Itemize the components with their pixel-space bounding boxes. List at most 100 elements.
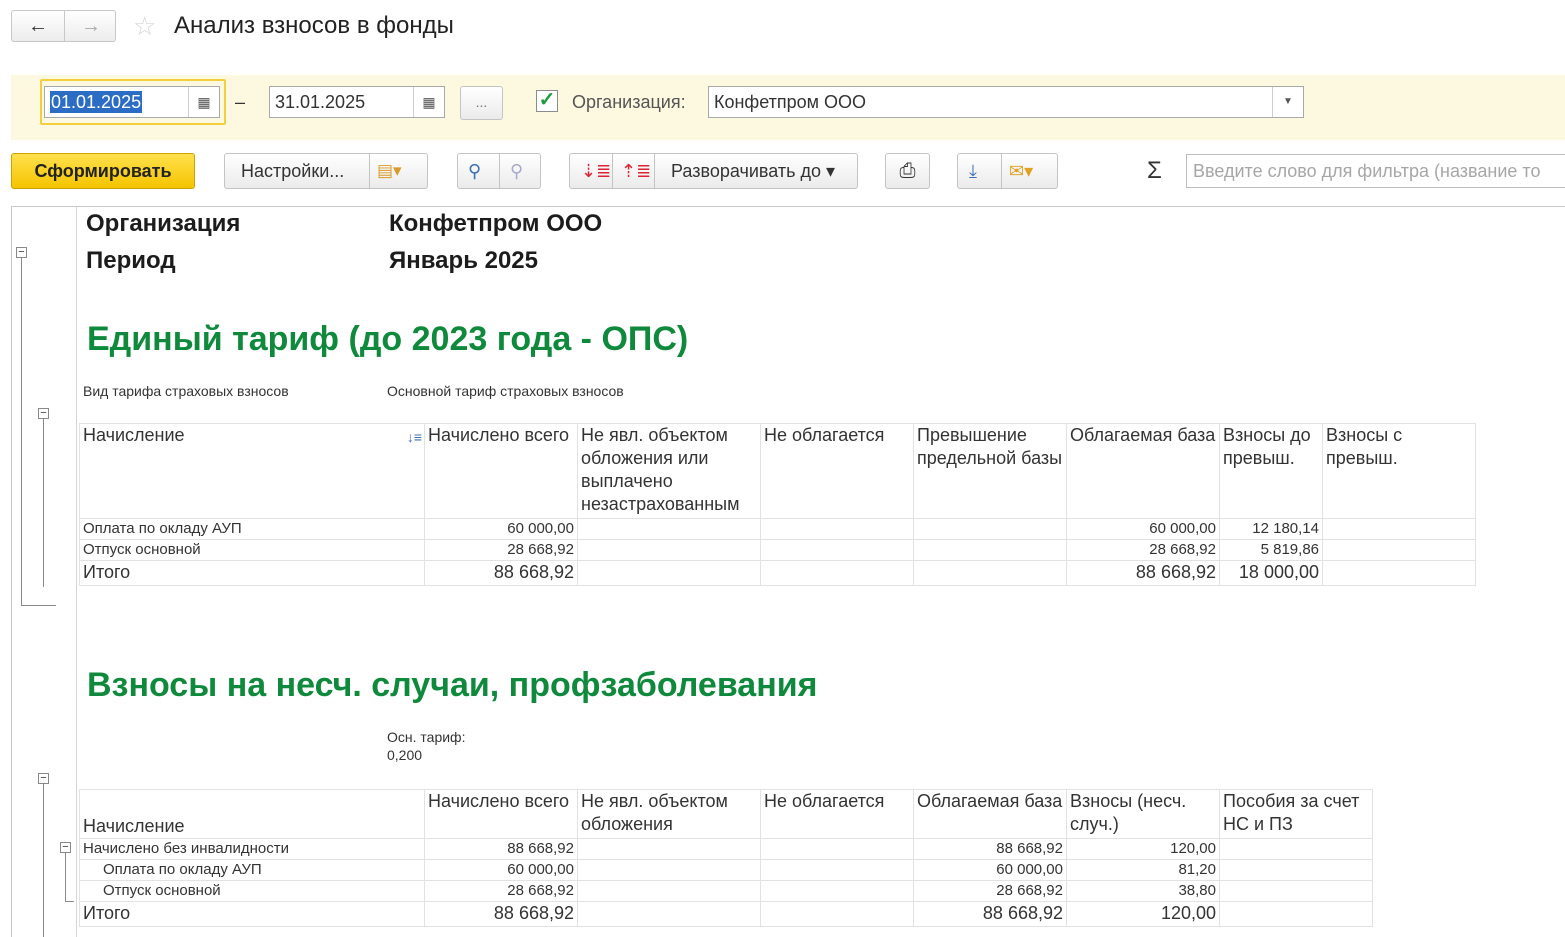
- table-row[interactable]: Отпуск основной 28 668,92 28 668,92 5 81…: [79, 539, 1476, 561]
- collapse-toggle[interactable]: −: [38, 408, 49, 419]
- cell-total: 60 000,00: [424, 518, 578, 540]
- organization-select[interactable]: Конфетпром ООО ▼: [708, 86, 1304, 118]
- total-row[interactable]: Итого 88 668,92 88 668,92 18 000,00: [79, 560, 1476, 586]
- chevron-down-icon[interactable]: ▼: [1272, 87, 1303, 117]
- cell-empty: [913, 539, 1067, 561]
- tariff-value: 0,200: [387, 747, 423, 763]
- cell-accrual: Итого: [79, 560, 425, 586]
- cell-accrual: Итого: [79, 901, 425, 927]
- column-header: Не облагается: [760, 789, 914, 839]
- accident-insurance-table: Начисление Начислено всего Не явл. объек…: [79, 789, 1373, 927]
- settings-button[interactable]: Настройки...: [241, 154, 344, 188]
- print-icon[interactable]: ⎙: [885, 153, 930, 189]
- download-icon[interactable]: ⤓: [969, 154, 977, 188]
- column-header: Взносы с превыш.: [1322, 423, 1476, 519]
- column-header: Начислено всего: [424, 789, 578, 839]
- cell-empty: [577, 901, 761, 927]
- organization-value: Конфетпром ООО: [714, 92, 867, 112]
- arrow-right-icon[interactable]: →: [65, 11, 117, 41]
- column-header: Не облагается: [760, 423, 914, 519]
- cell-base: 28 668,92: [913, 880, 1067, 902]
- column-header: Облагаемая база: [1066, 423, 1220, 519]
- group-row[interactable]: Начислено без инвалидности 88 668,92 88 …: [79, 838, 1373, 860]
- date-to-input[interactable]: 31.01.2025 ▦: [269, 86, 445, 118]
- collapse-toggle[interactable]: −: [60, 842, 71, 853]
- cancel-search-icon[interactable]: ⚲: [510, 154, 523, 188]
- sum-icon[interactable]: Σ: [1147, 156, 1162, 186]
- collapse-toggle[interactable]: −: [38, 773, 49, 784]
- cell-accrual: Оплата по окладу АУП: [79, 859, 425, 881]
- calendar-icon[interactable]: ▦: [413, 87, 444, 117]
- cell-base: 60 000,00: [1066, 518, 1220, 540]
- section-title-unified-tariff: Единый тариф (до 2023 года - ОПС): [87, 320, 689, 358]
- column-header: Начисление ↓≡: [79, 423, 425, 519]
- cell-accrual: Начислено без инвалидности: [79, 838, 425, 860]
- cell-contrib: 120,00: [1066, 901, 1220, 927]
- expand-to-button[interactable]: Разворачивать до ▾: [671, 154, 835, 188]
- cell-empty: [913, 560, 1067, 586]
- generate-button[interactable]: Сформировать: [11, 153, 195, 189]
- cell-empty: [760, 859, 914, 881]
- cell-empty: [760, 518, 914, 540]
- divider: [654, 154, 655, 188]
- cell-total: 60 000,00: [424, 859, 578, 881]
- column-header: Облагаемая база: [913, 789, 1067, 839]
- tariff-type-value: Основной тариф страховых взносов: [387, 383, 624, 399]
- section-title-accident-insurance: Взносы на несч. случаи, профзаболевания: [87, 666, 818, 704]
- expand-to-label: Разворачивать до: [671, 161, 822, 181]
- date-dash: –: [235, 92, 246, 112]
- period-label: Период: [86, 247, 176, 274]
- cell-accrual: Оплата по окладу АУП: [79, 518, 425, 540]
- cell-empty: [760, 539, 914, 561]
- cell-base: 88 668,92: [1066, 560, 1220, 586]
- tariff-label: Осн. тариф:: [387, 729, 466, 745]
- sort-up-icon[interactable]: ⇡≣: [621, 154, 651, 188]
- sort-icon[interactable]: ↓≡: [407, 426, 422, 449]
- cell-empty: [1219, 880, 1373, 902]
- variants-icon[interactable]: ▤▾: [377, 154, 402, 188]
- search-icon[interactable]: ⚲: [468, 154, 481, 188]
- collapse-toggle[interactable]: −: [16, 247, 27, 258]
- table-row[interactable]: Отпуск основной 28 668,92 28 668,92 38,8…: [79, 880, 1373, 902]
- column-header: Не явл. объектом обложения или выплачено…: [577, 423, 761, 519]
- column-header: Взносы (несч. случ.): [1066, 789, 1220, 839]
- cell-base: 88 668,92: [913, 838, 1067, 860]
- divider: [1001, 154, 1002, 188]
- cell-total: 88 668,92: [424, 838, 578, 860]
- period-select-button[interactable]: ...: [460, 86, 503, 120]
- arrow-left-icon[interactable]: ←: [12, 11, 64, 41]
- column-header: Превышение предельной базы: [913, 423, 1067, 519]
- gutter-divider: [76, 207, 77, 937]
- table-row[interactable]: Оплата по окладу АУП 60 000,00 60 000,00…: [79, 859, 1373, 881]
- cell-total: 88 668,92: [424, 901, 578, 927]
- window-title: Анализ взносов в фонды: [174, 12, 454, 39]
- cell-contrib: 120,00: [1066, 838, 1220, 860]
- cell-empty: [760, 838, 914, 860]
- column-header: Взносы до превыш.: [1219, 423, 1323, 519]
- cell-empty: [577, 838, 761, 860]
- cell-empty: [577, 518, 761, 540]
- group-bracket: [43, 784, 44, 937]
- cell-total: 28 668,92: [424, 539, 578, 561]
- org-label: Организация: [86, 210, 241, 237]
- cell-total: 28 668,92: [424, 880, 578, 902]
- column-header: Начислено всего: [424, 423, 578, 519]
- organization-checkbox[interactable]: ✓: [536, 90, 558, 112]
- total-row[interactable]: Итого 88 668,92 88 668,92 120,00: [79, 901, 1373, 927]
- search-button-group: ⚲ ⚲: [457, 153, 541, 189]
- table-header-row: Начисление ↓≡ Начислено всего Не явл. объ…: [79, 423, 1476, 519]
- expand-button-group: ⇣≣ ⇡≣ Разворачивать до ▾: [569, 153, 858, 189]
- mail-icon[interactable]: ✉▾: [1009, 154, 1033, 188]
- calendar-icon[interactable]: ▦: [188, 87, 219, 117]
- sort-down-icon[interactable]: ⇣≣: [581, 154, 611, 188]
- table-row[interactable]: Оплата по окладу АУП 60 000,00 60 000,00…: [79, 518, 1476, 540]
- column-header: Начисление: [79, 789, 425, 839]
- cell-accrual: Отпуск основной: [79, 539, 425, 561]
- divider: [369, 154, 370, 188]
- cell-total: 88 668,92: [424, 560, 578, 586]
- star-icon[interactable]: ☆: [133, 12, 156, 40]
- date-from-input[interactable]: 01.01.2025 ▦: [44, 86, 220, 118]
- column-header-label: Начисление: [83, 425, 185, 445]
- table-header-row: Начисление Начислено всего Не явл. объек…: [79, 789, 1373, 839]
- filter-input[interactable]: Введите слово для фильтра (название то: [1186, 154, 1565, 188]
